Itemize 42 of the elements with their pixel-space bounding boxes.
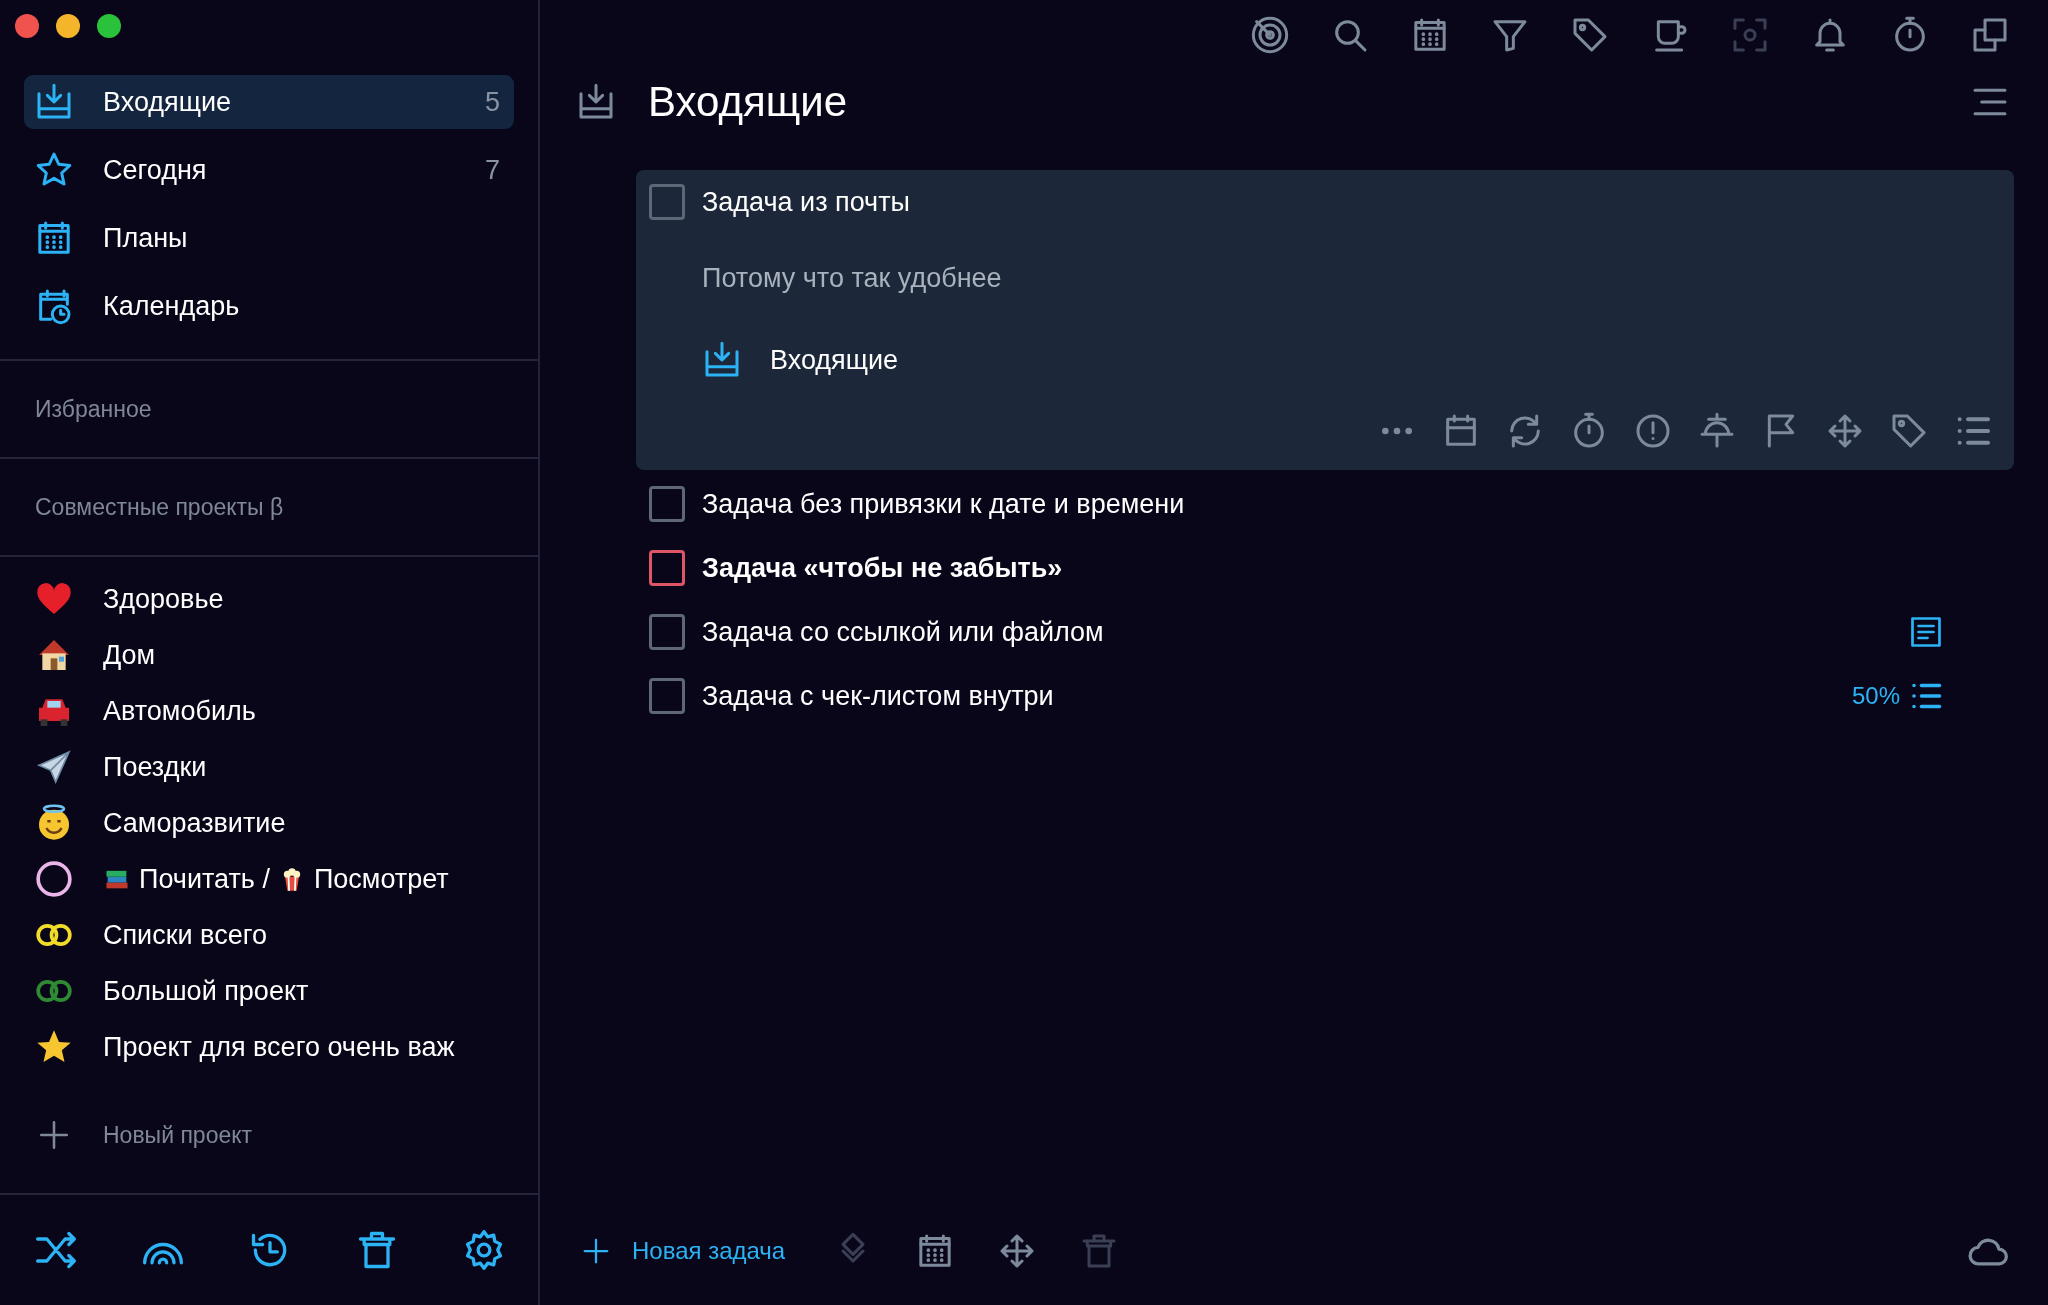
section-heading: Избранное bbox=[0, 361, 538, 459]
sidebar-item[interactable]: Сегодня 7 bbox=[24, 143, 514, 197]
new-task-button[interactable]: Новая задача bbox=[581, 1236, 786, 1266]
airplane-icon bbox=[34, 747, 74, 787]
project-name[interactable]: Почитать / bbox=[139, 863, 270, 895]
page-title: Входящие bbox=[648, 78, 848, 126]
task-title[interactable]: Задача из почты bbox=[702, 186, 910, 218]
section-heading: Совместные проекты β bbox=[0, 459, 538, 557]
minimize-button[interactable] bbox=[56, 14, 80, 38]
zoom-button[interactable] bbox=[97, 14, 121, 38]
project-name[interactable]: Автомобиль bbox=[103, 695, 256, 727]
project-name[interactable]: Здоровье bbox=[103, 583, 224, 615]
checkbox[interactable] bbox=[649, 486, 685, 522]
sidebar-item[interactable]: Планы bbox=[24, 211, 514, 265]
radar-icon[interactable] bbox=[1250, 15, 1290, 55]
checkbox[interactable] bbox=[649, 550, 685, 586]
task-note: Потому что так удобнее bbox=[702, 262, 1003, 294]
plus-icon[interactable] bbox=[37, 1118, 71, 1152]
project-name[interactable]: Большой проект bbox=[103, 975, 309, 1007]
project-name[interactable]: Дом bbox=[103, 639, 156, 671]
checkbox[interactable] bbox=[649, 614, 685, 650]
item-count: 5 bbox=[484, 86, 500, 118]
sidebar-item[interactable]: Календарь bbox=[24, 279, 514, 333]
checkbox[interactable] bbox=[649, 184, 685, 220]
plus-icon bbox=[581, 1236, 611, 1266]
project-name[interactable]: Посмотрет bbox=[313, 863, 449, 895]
checkbox[interactable] bbox=[649, 678, 685, 714]
project-name[interactable]: Списки всего bbox=[103, 919, 267, 951]
project-name[interactable]: Саморазвитие bbox=[103, 807, 286, 839]
project-name[interactable]: Проект для всего очень важ bbox=[103, 1031, 455, 1063]
checklist-progress: 50% bbox=[1851, 682, 1900, 710]
task-title[interactable]: Задача «чтобы не забыть» bbox=[702, 552, 1063, 584]
task-title[interactable]: Задача со ссылкой или файлом bbox=[702, 616, 1104, 648]
item-count: 7 bbox=[484, 154, 500, 186]
project-name[interactable]: Входящие bbox=[770, 344, 898, 376]
new-project-link[interactable]: Новый проект bbox=[103, 1121, 253, 1149]
task-title[interactable]: Задача без привязки к дате и времени bbox=[702, 488, 1185, 520]
sidebar-item[interactable]: Входящие 5 bbox=[24, 75, 514, 129]
task-card[interactable]: Задача из почты Потому что так удобнее Входящие bbox=[636, 170, 2014, 470]
task-title[interactable]: Задача с чек-листом внутри bbox=[702, 680, 1054, 712]
close-button[interactable] bbox=[15, 14, 39, 38]
project-name[interactable]: Поездки bbox=[103, 751, 207, 783]
